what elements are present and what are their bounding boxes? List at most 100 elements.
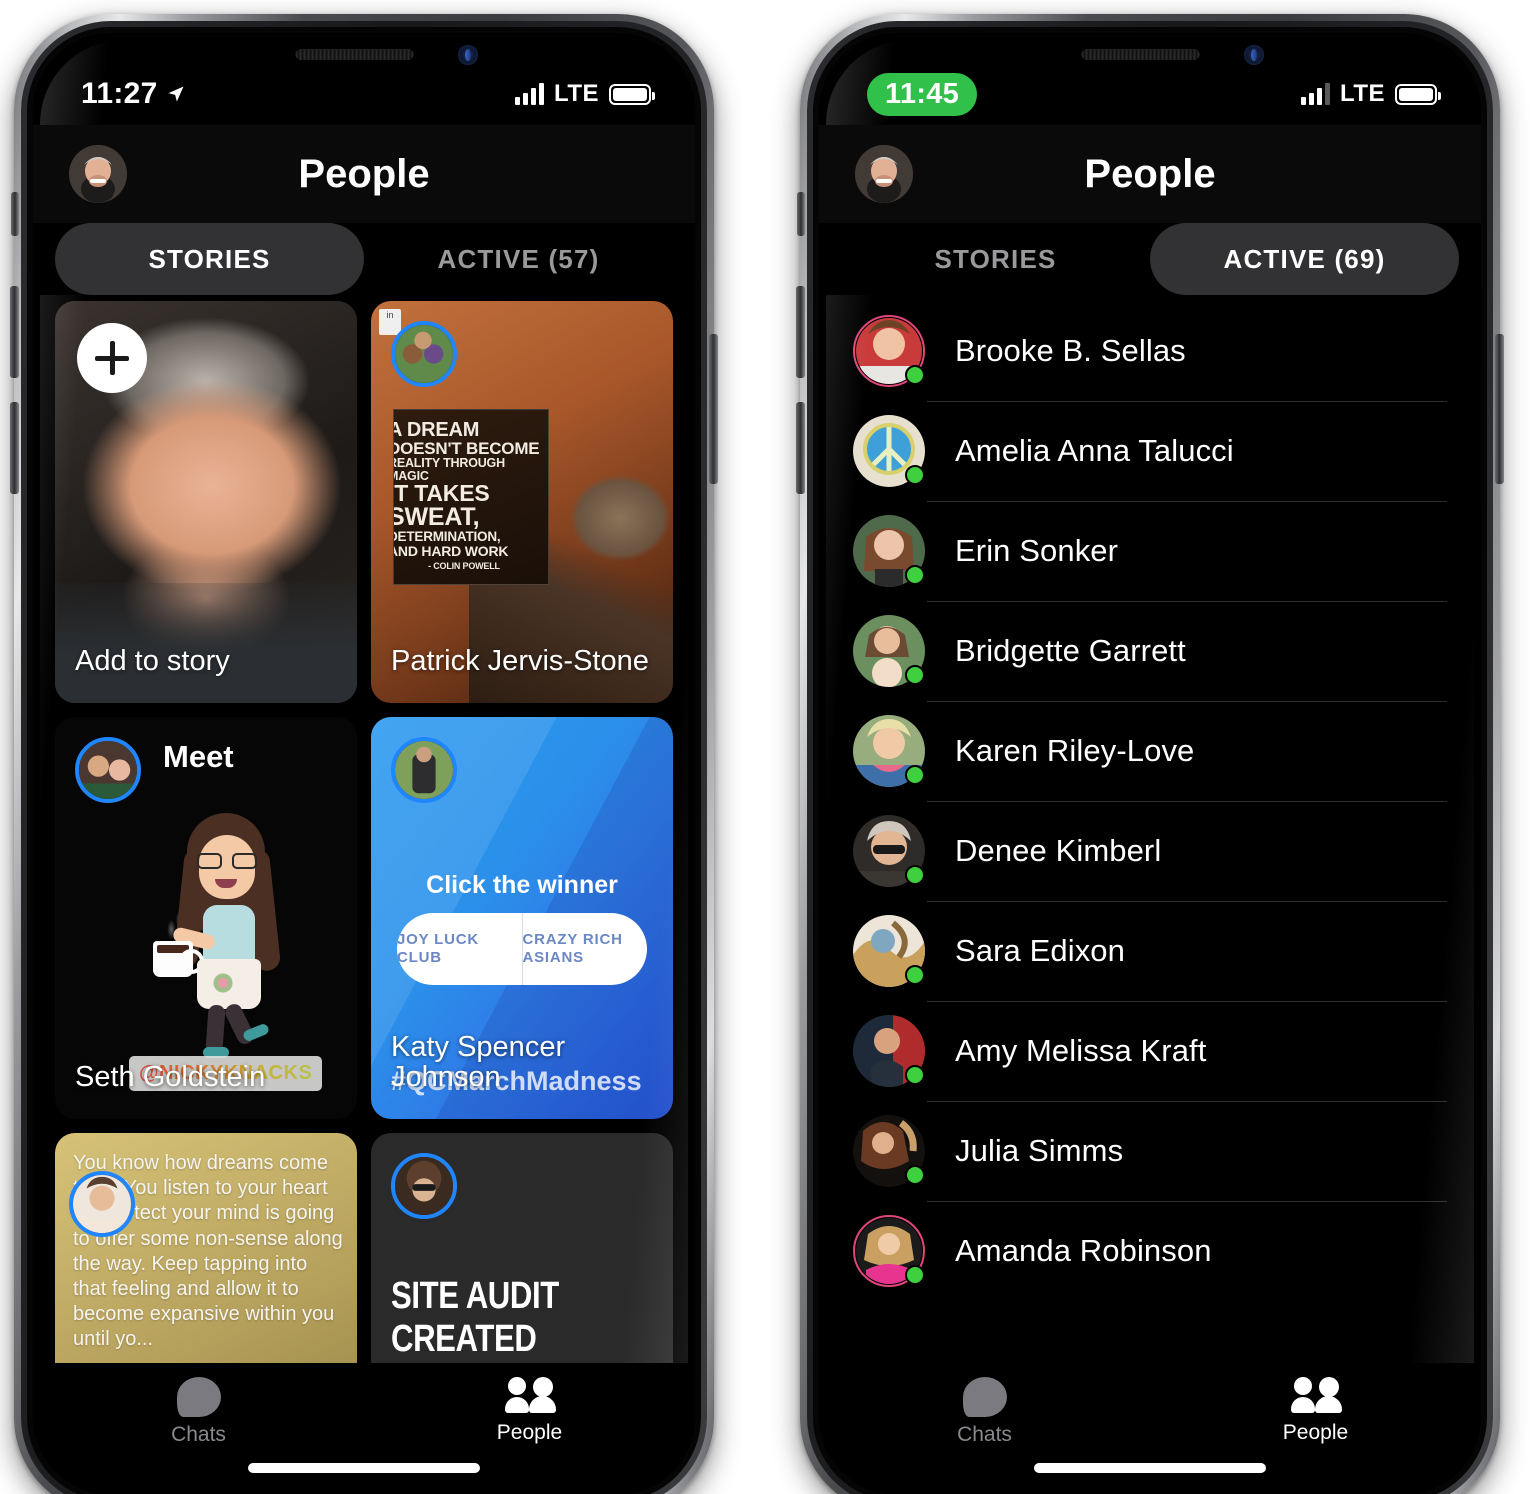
home-indicator[interactable] — [1034, 1463, 1266, 1473]
volume-up-button[interactable] — [796, 286, 805, 378]
home-indicator[interactable] — [248, 1463, 480, 1473]
status-indicators: LTE — [514, 80, 655, 108]
story-author-avatar[interactable] — [69, 1171, 135, 1237]
avatar[interactable] — [69, 145, 127, 203]
quote-line-7: AND HARD WORK — [393, 542, 509, 559]
story-card-text[interactable]: You know how dreams come true? You liste… — [55, 1133, 357, 1363]
phone-bezel: 11:45 LTE People STORIES ACTIVE (69) Bro… — [813, 27, 1487, 1494]
tab-people[interactable]: People — [1150, 1363, 1481, 1494]
power-button[interactable] — [709, 334, 718, 484]
story-card-label: Patrick Jervis-Stone — [391, 645, 649, 678]
story-card-add-to-story[interactable]: Add to story — [55, 301, 357, 703]
avatar[interactable] — [853, 1115, 925, 1187]
mute-switch[interactable] — [797, 192, 805, 236]
story-card-patrick[interactable]: in A DREAM DOESN'T BECOME REALITY THROUG… — [371, 301, 673, 703]
tab-chats-label: Chats — [171, 1423, 226, 1446]
chat-bubble-icon — [962, 1377, 1007, 1417]
list-item-label: Amy Melissa Kraft — [955, 1033, 1207, 1068]
story-author-avatar[interactable] — [391, 1153, 457, 1219]
volume-down-button[interactable] — [10, 402, 19, 494]
nav-bar: People — [819, 125, 1481, 223]
avatar[interactable] — [853, 515, 925, 587]
quote-line-1: A DREAM — [393, 419, 480, 441]
battery-icon — [1395, 83, 1441, 105]
tab-people[interactable]: People — [364, 1363, 695, 1494]
tab-stories[interactable]: STORIES — [55, 223, 364, 295]
chat-bubble-icon — [176, 1377, 221, 1417]
list-item-label: Julia Simms — [955, 1133, 1124, 1168]
online-status-dot — [905, 765, 925, 785]
power-button[interactable] — [1495, 334, 1504, 484]
online-status-dot — [905, 1065, 925, 1085]
story-author-avatar[interactable] — [391, 321, 457, 387]
story-heading: Meet — [163, 739, 234, 774]
online-status-dot — [905, 565, 925, 585]
list-item[interactable]: Denee Kimberl — [853, 801, 1481, 901]
signal-bars-icon — [1300, 83, 1330, 105]
avatar[interactable] — [853, 815, 925, 887]
story-body-text: SITE AUDIT CREATED NOW — [391, 1275, 559, 1363]
poll-option-2[interactable]: CRAZY RICH ASIANS — [521, 913, 648, 985]
avatar[interactable] — [853, 315, 925, 387]
avatar[interactable] — [853, 1215, 925, 1287]
mute-switch[interactable] — [11, 192, 19, 236]
people-icon — [1290, 1377, 1342, 1415]
online-status-dot — [905, 365, 925, 385]
earpiece-speaker — [1081, 49, 1200, 60]
list-item-label: Karen Riley-Love — [955, 733, 1195, 768]
online-status-dot — [905, 465, 925, 485]
story-card-seth[interactable]: Meet @NICKYKNACKS Seth Goldstein — [55, 717, 357, 1119]
tab-stories[interactable]: STORIES — [841, 223, 1150, 295]
tab-active[interactable]: ACTIVE (69) — [1150, 223, 1459, 295]
avatar[interactable] — [853, 715, 925, 787]
list-item[interactable]: Brooke B. Sellas — [853, 301, 1481, 401]
tab-bar: Chats People — [33, 1363, 695, 1494]
poll-question: Click the winner — [426, 871, 618, 899]
story-card-label: Seth Goldstein — [75, 1061, 266, 1094]
tab-bar: Chats People — [819, 1363, 1481, 1494]
list-item[interactable]: Amanda Robinson — [853, 1201, 1481, 1301]
online-status-dot — [905, 865, 925, 885]
front-camera-icon — [1244, 45, 1264, 65]
people-icon — [504, 1377, 556, 1415]
list-item[interactable]: Julia Simms — [853, 1101, 1481, 1201]
volume-up-button[interactable] — [10, 286, 19, 378]
list-item[interactable]: Sara Edixon — [853, 901, 1481, 1001]
avatar[interactable] — [855, 145, 913, 203]
phone-active: 11:45 LTE People STORIES ACTIVE (69) Bro… — [796, 14, 1504, 1494]
story-author-avatar[interactable] — [391, 737, 457, 803]
active-people-list[interactable]: Brooke B. Sellas Amelia Anna Talucci Eri… — [819, 301, 1481, 1363]
list-item[interactable]: Amelia Anna Talucci — [853, 401, 1481, 501]
segmented-control: STORIES ACTIVE (57) — [33, 223, 695, 295]
poll-option-1[interactable]: JOY LUCK CLUB — [397, 913, 522, 985]
list-item[interactable]: Karen Riley-Love — [853, 701, 1481, 801]
avatar[interactable] — [853, 415, 925, 487]
quote-line-4: IT TAKES — [393, 480, 490, 506]
quote-line-6: DETERMINATION, — [393, 529, 501, 544]
tab-people-label: People — [496, 1421, 563, 1444]
tab-chats[interactable]: Chats — [819, 1363, 1150, 1494]
poll-options: JOY LUCK CLUB CRAZY RICH ASIANS — [397, 913, 647, 985]
quote-attribution: - Colin Powell — [428, 560, 500, 571]
tab-active[interactable]: ACTIVE (57) — [364, 223, 673, 295]
status-clock-active-call[interactable]: 11:45 — [867, 72, 978, 116]
quote-line-2: DOESN'T BECOME — [393, 439, 540, 458]
story-card-katy[interactable]: Click the winner JOY LUCK CLUB CRAZY RIC… — [371, 717, 673, 1119]
story-card-audit[interactable]: SITE AUDIT CREATED NOW — [371, 1133, 673, 1363]
front-camera-icon — [458, 45, 478, 65]
phone-screen: 11:27 LTE People STORIES ACTIVE (57) Add… — [33, 33, 695, 1494]
story-author-avatar[interactable] — [75, 737, 141, 803]
avatar[interactable] — [853, 915, 925, 987]
tab-chats[interactable]: Chats — [33, 1363, 364, 1494]
online-status-dot — [905, 965, 925, 985]
list-item[interactable]: Amy Melissa Kraft — [853, 1001, 1481, 1101]
list-item[interactable]: Erin Sonker — [853, 501, 1481, 601]
volume-down-button[interactable] — [796, 402, 805, 494]
list-item-label: Sara Edixon — [955, 933, 1125, 968]
avatar[interactable] — [853, 1015, 925, 1087]
list-item[interactable]: Bridgette Garrett — [853, 601, 1481, 701]
list-item-label: Brooke B. Sellas — [955, 333, 1186, 368]
phone-screen: 11:45 LTE People STORIES ACTIVE (69) Bro… — [819, 33, 1481, 1494]
avatar[interactable] — [853, 615, 925, 687]
plus-icon[interactable] — [77, 323, 147, 393]
